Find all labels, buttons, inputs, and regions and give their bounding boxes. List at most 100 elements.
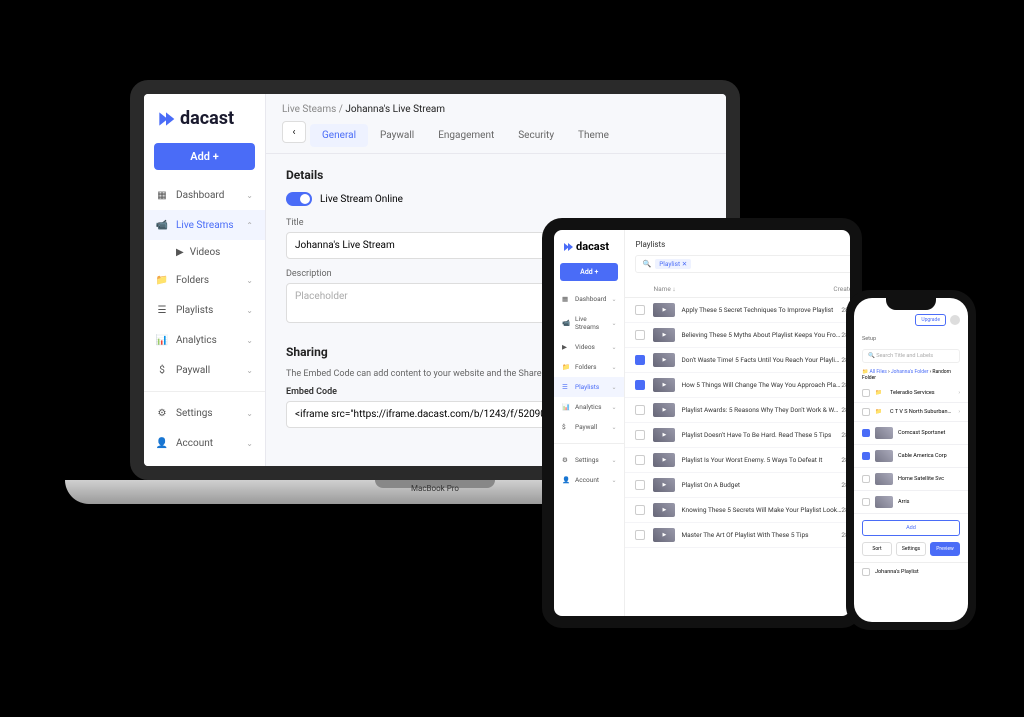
play-icon: ▶ <box>176 247 184 258</box>
back-button[interactable]: ‹ <box>282 121 306 143</box>
add-button[interactable]: Add <box>862 520 960 536</box>
thumbnail <box>653 528 675 542</box>
checkbox[interactable] <box>862 429 870 437</box>
tab-engagement[interactable]: Engagement <box>426 124 506 147</box>
chevron-icon: ⌄ <box>246 366 253 375</box>
checkbox[interactable] <box>635 355 645 365</box>
add-button[interactable]: Add + <box>154 143 255 170</box>
tab-general[interactable]: General <box>310 124 368 147</box>
chevron-icon: ⌄ <box>246 439 253 448</box>
chevron-icon: ⌄ <box>611 424 616 431</box>
tab-theme[interactable]: Theme <box>566 124 621 147</box>
col-created[interactable]: Created ↓ <box>833 285 850 293</box>
checkbox[interactable] <box>635 505 645 515</box>
table-row[interactable]: Master The Art Of Playlist With These 5 … <box>625 523 850 548</box>
sidebar-item-paywall[interactable]: $Paywall⌄ <box>144 355 265 385</box>
user-icon: 👤 <box>562 476 570 484</box>
chevron-icon: ⌄ <box>246 276 253 285</box>
sidebar-item-paywall[interactable]: $Paywall⌄ <box>554 417 624 437</box>
checkbox[interactable] <box>635 455 645 465</box>
tab-security[interactable]: Security <box>506 124 566 147</box>
footer: Johanna's Playlist <box>854 562 968 581</box>
sidebar-item-account[interactable]: 👤Account⌄ <box>144 428 265 458</box>
online-toggle[interactable] <box>286 192 312 206</box>
list-item[interactable]: Home Satellite Svc <box>854 468 968 491</box>
sidebar-item-playlists[interactable]: ☰Playlists⌄ <box>144 295 265 325</box>
table-header: Name ↓ Created ↓ Status <box>625 279 850 298</box>
breadcrumb-folder[interactable]: Johanna's Folder <box>891 369 929 375</box>
chevron-icon: ⌄ <box>611 384 616 391</box>
list-item[interactable]: Comcast Sportsnet <box>854 422 968 445</box>
search-input[interactable]: 🔍 Search Title and Labels <box>862 349 960 363</box>
search-bar[interactable]: 🔍 Playlist ✕ <box>635 255 850 273</box>
sidebar-item-playlists[interactable]: ☰Playlists⌄ <box>554 377 624 397</box>
folder-icon: 📁 <box>875 390 885 396</box>
table-row[interactable]: Playlist Is Your Worst Enemy. 5 Ways To … <box>625 448 850 473</box>
list-item[interactable]: Arris <box>854 491 968 514</box>
chevron-icon: ⌄ <box>246 191 253 200</box>
sidebar-item-dashboard[interactable]: ▦Dashboard⌄ <box>554 289 624 309</box>
list-item[interactable]: Cable America Corp <box>854 445 968 468</box>
checkbox[interactable] <box>862 498 870 506</box>
thumbnail <box>653 428 675 442</box>
sidebar-item-analytics[interactable]: 📊Analytics⌄ <box>144 325 265 355</box>
table-row[interactable]: Believing These 5 Myths About Playlist K… <box>625 323 850 348</box>
list-icon: ☰ <box>562 383 570 391</box>
thumbnail <box>653 378 675 392</box>
sidebar-item-settings[interactable]: ⚙Settings⌄ <box>554 450 624 470</box>
table-row[interactable]: How 5 Things Will Change The Way You App… <box>625 373 850 398</box>
sidebar-item-live-streams[interactable]: 📹Live Streams⌄ <box>554 309 624 337</box>
chevron-icon: ⌄ <box>611 364 616 371</box>
preview-button[interactable]: Preview <box>930 542 960 556</box>
sidebar-item-folders[interactable]: 📁Folders⌄ <box>554 357 624 377</box>
thumbnail <box>653 453 675 467</box>
filter-chip[interactable]: Playlist ✕ <box>655 259 691 269</box>
sidebar-item-dashboard[interactable]: ▦Dashboard⌄ <box>144 180 265 210</box>
table-row[interactable]: Apply These 5 Secret Techniques To Impro… <box>625 298 850 323</box>
breadcrumb-parent[interactable]: Live Steams <box>282 104 336 115</box>
upgrade-button[interactable]: Upgrade <box>915 314 946 326</box>
row-name: Master The Art Of Playlist With These 5 … <box>681 531 841 539</box>
avatar[interactable] <box>950 315 960 325</box>
table-row[interactable]: Playlist On A Budget 28/05/2020, 13:00 <box>625 473 850 498</box>
sidebar-item-videos[interactable]: ▶Videos <box>144 240 265 265</box>
table-row[interactable]: Knowing These 5 Secrets Will Make Your P… <box>625 498 850 523</box>
folder-row[interactable]: 📁Teleradio Services› <box>854 384 968 403</box>
sidebar-item-account[interactable]: 👤Account⌄ <box>554 470 624 490</box>
sidebar-item-videos[interactable]: ▶Videos⌄ <box>554 337 624 357</box>
sidebar-item-live-streams[interactable]: 📹Live Streams⌃ <box>144 210 265 240</box>
checkbox[interactable] <box>635 530 645 540</box>
checkbox[interactable] <box>635 330 645 340</box>
chevron-icon: › <box>958 409 960 415</box>
chevron-icon: ⌄ <box>611 320 616 327</box>
checkbox[interactable] <box>862 475 870 483</box>
thumbnail <box>653 503 675 517</box>
checkbox[interactable] <box>862 408 870 416</box>
sort-button[interactable]: Sort <box>862 542 892 556</box>
checkbox[interactable] <box>635 380 645 390</box>
checkbox[interactable] <box>862 389 870 397</box>
chevron-icon: ⌄ <box>611 296 616 303</box>
table-row[interactable]: Playlist Awards: 5 Reasons Why They Don'… <box>625 398 850 423</box>
sidebar-item-analytics[interactable]: 📊Analytics⌄ <box>554 397 624 417</box>
thumbnail <box>653 403 675 417</box>
row-name: Playlist Doesn't Have To Be Hard. Read T… <box>681 431 841 439</box>
folder-row[interactable]: 📁C T V S North Suburban…› <box>854 403 968 422</box>
checkbox[interactable] <box>862 452 870 460</box>
table-row[interactable]: Playlist Doesn't Have To Be Hard. Read T… <box>625 423 850 448</box>
checkbox[interactable] <box>635 305 645 315</box>
checkbox[interactable] <box>635 430 645 440</box>
row-name: Playlist Is Your Worst Enemy. 5 Ways To … <box>681 456 841 464</box>
checkbox[interactable] <box>635 480 645 490</box>
breadcrumb: Live Steams / Johanna's Live Stream <box>266 94 726 121</box>
tab-paywall[interactable]: Paywall <box>368 124 426 147</box>
sidebar-item-folders[interactable]: 📁Folders⌄ <box>144 265 265 295</box>
thumbnail <box>875 473 893 485</box>
dollar-icon: $ <box>562 423 570 431</box>
col-name[interactable]: Name ↓ <box>653 285 833 293</box>
settings-button[interactable]: Settings <box>896 542 926 556</box>
table-row[interactable]: Don't Waste Time! 5 Facts Until You Reac… <box>625 348 850 373</box>
add-button[interactable]: Add + <box>560 263 618 281</box>
sidebar-item-settings[interactable]: ⚙Settings⌄ <box>144 398 265 428</box>
checkbox[interactable] <box>635 405 645 415</box>
